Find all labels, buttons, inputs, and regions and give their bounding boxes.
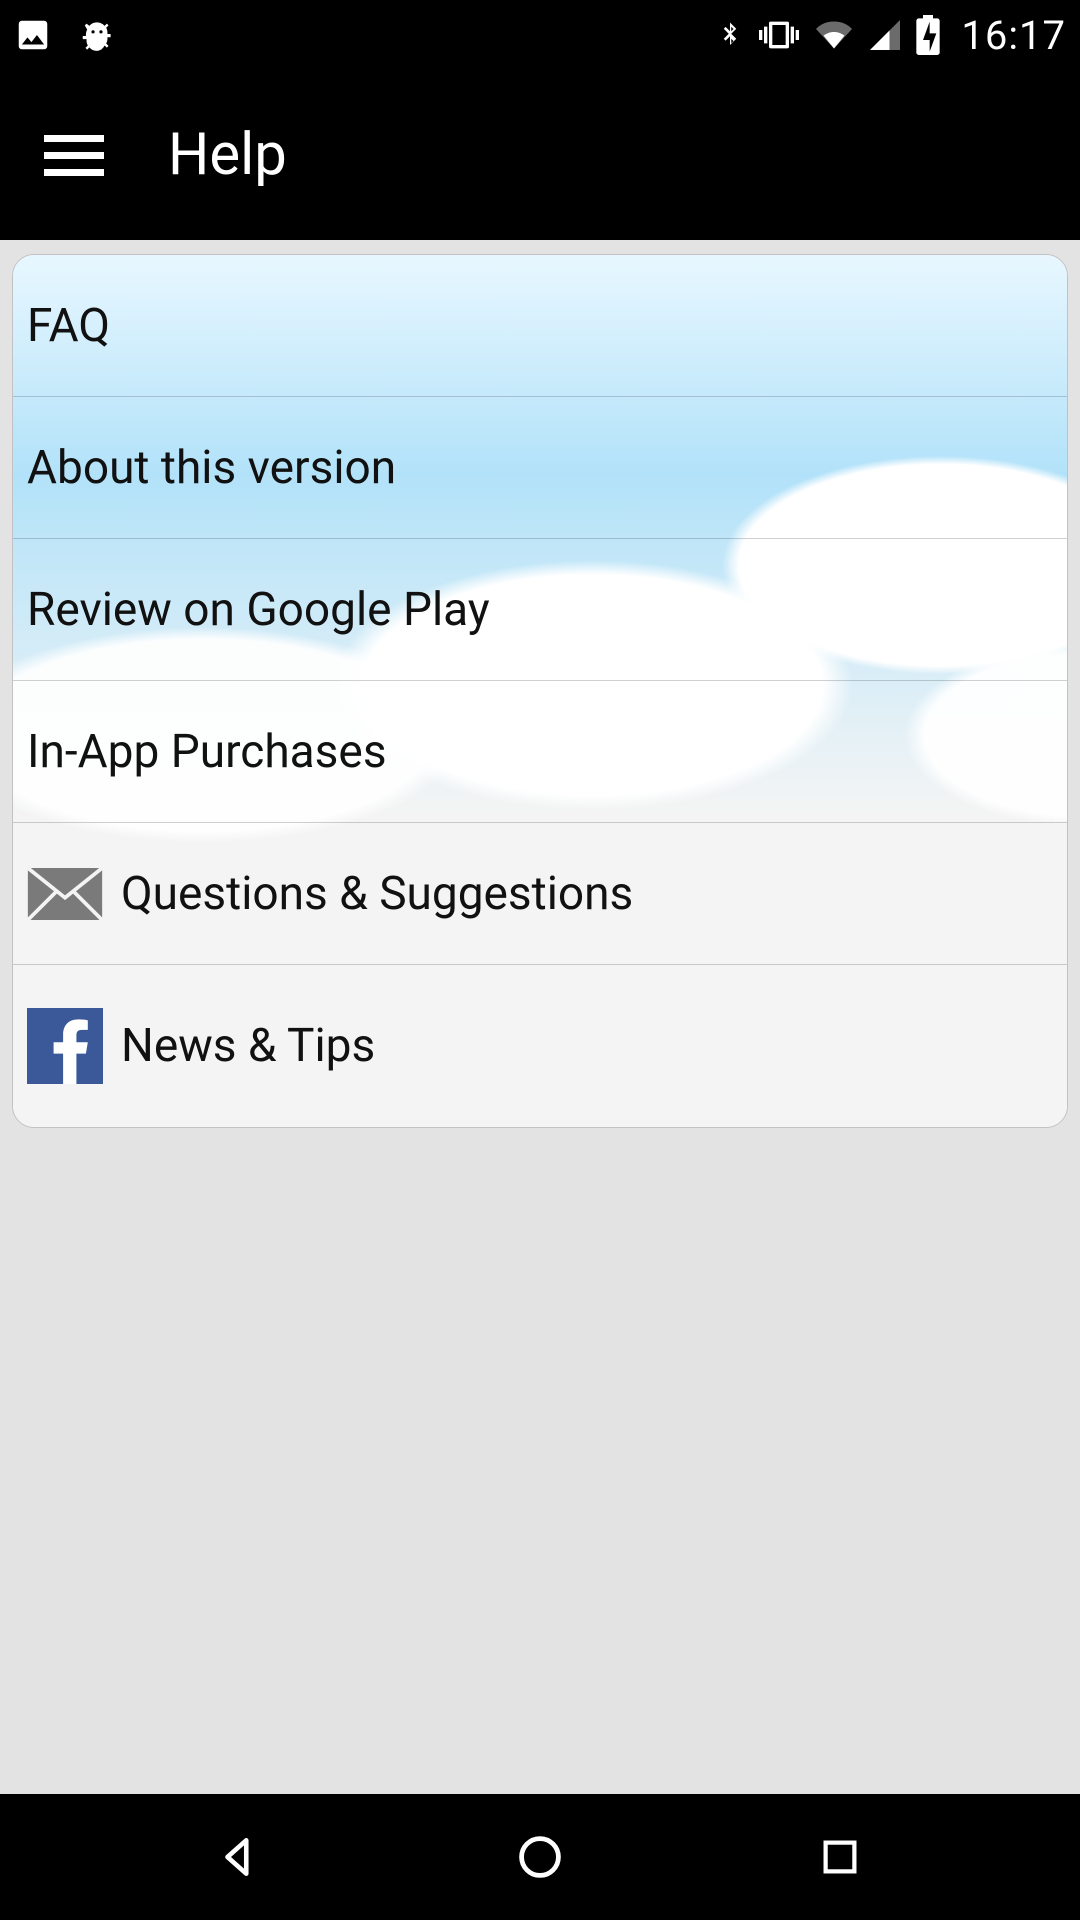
mail-icon [27, 868, 121, 920]
page-title: Help [168, 121, 287, 189]
menu-item-label: Review on Google Play [27, 583, 490, 637]
app-bar: Help [0, 70, 1080, 240]
content-area: FAQ About this version Review on Google … [0, 240, 1080, 1794]
status-left [14, 16, 116, 54]
menu-item-in-app-purchases[interactable]: In-App Purchases [13, 681, 1067, 823]
menu-item-questions-suggestions[interactable]: Questions & Suggestions [13, 823, 1067, 965]
menu-item-label: News & Tips [121, 1019, 375, 1073]
status-time: 16:17 [961, 12, 1066, 59]
bluetooth-icon [715, 15, 745, 55]
nav-recents-button[interactable] [800, 1817, 880, 1897]
help-menu-card: FAQ About this version Review on Google … [12, 254, 1068, 1128]
menu-item-review-play[interactable]: Review on Google Play [13, 539, 1067, 681]
menu-item-label: Questions & Suggestions [121, 867, 633, 921]
menu-item-faq[interactable]: FAQ [13, 255, 1067, 397]
nav-back-button[interactable] [200, 1817, 280, 1897]
menu-item-about-version[interactable]: About this version [13, 397, 1067, 539]
help-menu-list: FAQ About this version Review on Google … [13, 255, 1067, 1127]
image-icon [14, 16, 52, 54]
menu-item-label: FAQ [27, 299, 110, 353]
status-bar: 16:17 [0, 0, 1080, 70]
battery-charging-icon [915, 15, 941, 55]
facebook-icon [27, 1008, 121, 1084]
android-debug-icon [78, 16, 116, 54]
status-right: 16:17 [715, 12, 1066, 59]
wifi-icon [813, 17, 855, 53]
nav-home-button[interactable] [500, 1817, 580, 1897]
vibrate-icon [757, 15, 801, 55]
cell-signal-icon [867, 17, 903, 53]
menu-icon[interactable] [44, 130, 104, 180]
menu-item-label: In-App Purchases [27, 725, 387, 779]
menu-item-news-tips[interactable]: News & Tips [13, 965, 1067, 1127]
android-nav-bar [0, 1794, 1080, 1920]
menu-item-label: About this version [27, 441, 396, 495]
